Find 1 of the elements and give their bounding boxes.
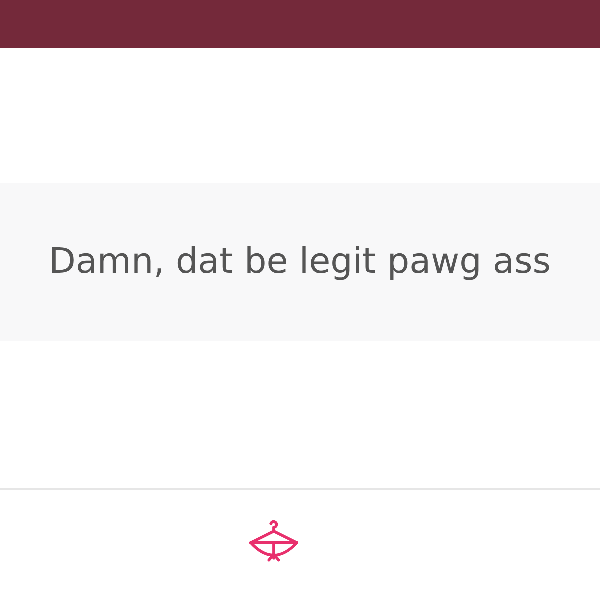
comment-text: Damn, dat be legit pawg ass: [49, 242, 551, 282]
